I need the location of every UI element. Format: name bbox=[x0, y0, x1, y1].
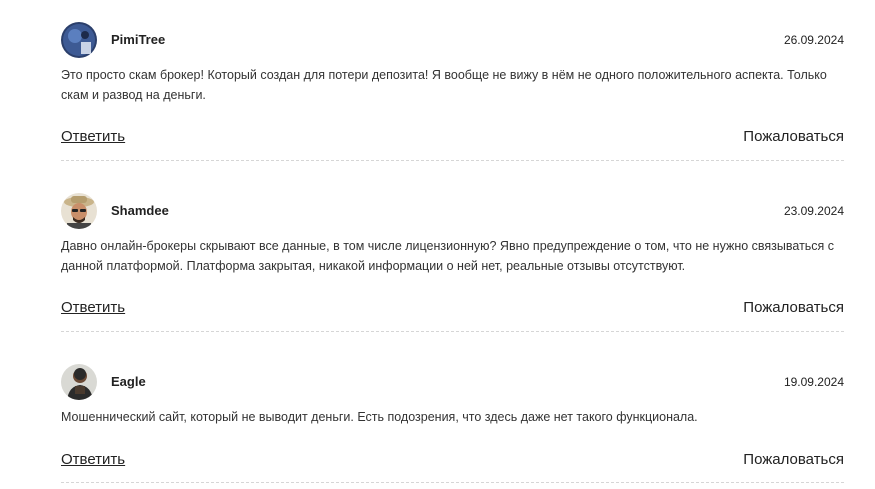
comments-list: PimiTree 26.09.2024 Это просто скам брок… bbox=[0, 0, 875, 489]
report-link[interactable]: Пожаловаться bbox=[743, 128, 844, 145]
comment-date: 26.09.2024 bbox=[783, 33, 844, 47]
comment-author: Shamdee bbox=[111, 203, 169, 218]
reply-link[interactable]: Ответить bbox=[61, 299, 125, 316]
comment-actions: Ответить Пожаловаться bbox=[61, 128, 844, 152]
comment-author: Eagle bbox=[111, 374, 146, 389]
comment-text: Мошеннический сайт, который не выводит д… bbox=[61, 410, 698, 424]
comment-author: PimiTree bbox=[111, 32, 166, 47]
avatar bbox=[61, 193, 97, 229]
comment-header: Eagle 19.09.2024 bbox=[61, 364, 844, 402]
comment-header: Shamdee 23.09.2024 bbox=[61, 193, 844, 231]
divider bbox=[61, 482, 844, 483]
comment-text: Это просто скам брокер! Который создан д… bbox=[61, 68, 827, 102]
comment-actions: Ответить Пожаловаться bbox=[61, 299, 844, 323]
comment-item: Eagle 19.09.2024 Мошеннический сайт, кот… bbox=[61, 364, 844, 483]
comment-header: PimiTree 26.09.2024 bbox=[61, 22, 844, 60]
reply-link[interactable]: Ответить bbox=[61, 451, 125, 468]
comment-text: Давно онлайн-брокеры скрывают все данные… bbox=[61, 239, 835, 273]
avatar bbox=[61, 364, 97, 400]
report-link[interactable]: Пожаловаться bbox=[743, 299, 844, 316]
comment-date: 23.09.2024 bbox=[783, 204, 844, 218]
report-link[interactable]: Пожаловаться bbox=[743, 451, 844, 468]
comment-item: Shamdee 23.09.2024 Давно онлайн-брокеры … bbox=[61, 193, 844, 332]
comment-item: PimiTree 26.09.2024 Это просто скам брок… bbox=[61, 22, 844, 161]
avatar bbox=[61, 22, 97, 58]
comment-actions: Ответить Пожаловаться bbox=[61, 451, 844, 475]
divider bbox=[61, 331, 844, 332]
comment-date: 19.09.2024 bbox=[783, 375, 844, 389]
reply-link[interactable]: Ответить bbox=[61, 128, 125, 145]
divider bbox=[61, 160, 844, 161]
